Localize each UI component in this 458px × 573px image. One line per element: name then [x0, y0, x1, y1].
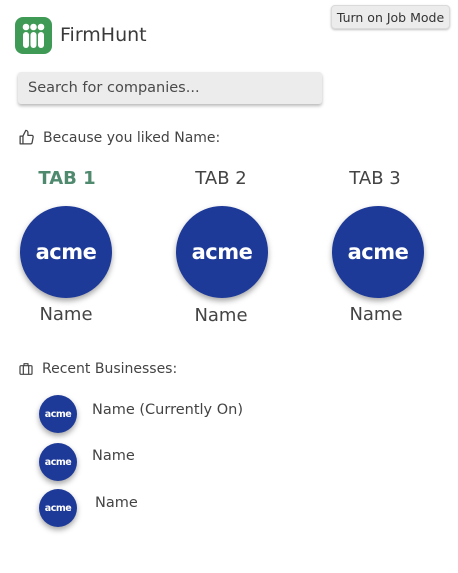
recommendations-heading: Because you liked Name: [43, 129, 221, 146]
company-logo-text: acme [191, 240, 253, 264]
company-name-tab-3: Name [349, 304, 403, 325]
company-search-input[interactable] [18, 72, 322, 104]
thumbs-up-icon [19, 129, 34, 145]
tab-1[interactable]: TAB 1 [12, 168, 122, 189]
recommendations-heading-row: Because you liked Name: [18, 129, 220, 146]
company-name-tab-1: Name [39, 304, 93, 325]
company-name-tab-2: Name [194, 305, 248, 326]
tab-3[interactable]: TAB 3 [320, 168, 430, 189]
recent-logo-text: acme [44, 408, 72, 420]
recent-item-name-3[interactable]: Name [95, 495, 138, 511]
briefcase-icon [19, 363, 33, 375]
company-logo-tab-1[interactable]: acme [20, 206, 112, 298]
job-mode-toggle-button[interactable]: Turn on Job Mode [331, 5, 450, 29]
company-logo-text: acme [35, 240, 97, 264]
recent-heading-row: Recent Businesses: [18, 361, 177, 377]
app-title: FirmHunt [60, 24, 147, 46]
recent-item-name-1[interactable]: Name (Currently On) [92, 402, 243, 418]
recent-logo-text: acme [44, 456, 72, 468]
recent-logo-text: acme [44, 502, 72, 514]
company-logo-text: acme [347, 240, 409, 264]
company-logo-tab-2[interactable]: acme [176, 206, 268, 298]
firmhunt-logo-icon [15, 17, 52, 54]
tab-2[interactable]: TAB 2 [166, 168, 276, 189]
recent-item-name-2[interactable]: Name [92, 448, 135, 464]
recent-heading: Recent Businesses: [42, 361, 178, 377]
recent-logo-3[interactable]: acme [39, 489, 77, 527]
recent-logo-1[interactable]: acme [39, 395, 77, 433]
recent-logo-2[interactable]: acme [39, 443, 77, 481]
company-logo-tab-3[interactable]: acme [332, 206, 424, 298]
